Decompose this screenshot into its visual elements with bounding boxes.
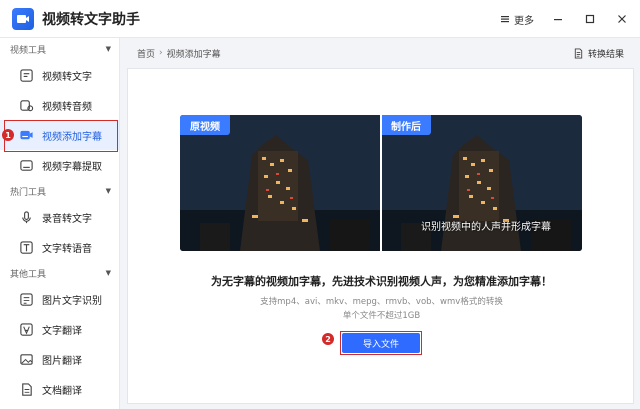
breadcrumb-current: 视频添加字幕 [166, 49, 221, 60]
sidebar-item-audio-to-text[interactable]: 录音转文字 [0, 202, 119, 232]
subtitle-sample: 识别视频中的人声并形成字幕 [421, 222, 551, 233]
sidebar-item-image-translate[interactable]: 图片翻译 [0, 344, 119, 374]
maximize-button[interactable] [582, 11, 598, 27]
sidebar-item-image-ocr[interactable]: 图片文字识别 [0, 284, 119, 314]
preview-divider [380, 115, 382, 251]
after-video-tag: 制作后 [381, 115, 431, 135]
sidebar-item-label: 图片翻译 [42, 355, 82, 367]
sidebar-group-video-tools[interactable]: 视频工具 ▼ [0, 38, 119, 60]
sidebar-item-label: 文档翻译 [42, 385, 82, 397]
file-list-icon [574, 47, 583, 59]
sidebar-item-label: 视频字幕提取 [42, 161, 102, 173]
title-bar: 视频转文字助手 更多 [0, 0, 640, 38]
minimize-button[interactable] [550, 11, 566, 27]
group-label: 热门工具 [10, 187, 47, 198]
app-title: 视频转文字助手 [42, 11, 140, 28]
sidebar-item-label: 视频添加字幕 [42, 131, 102, 143]
sidebar: 视频工具 ▼ 视频转文字 视频转音频 1 视频添加字幕 视频字幕提取 热门工具 … [0, 38, 120, 409]
chevron-down-icon: ▼ [105, 187, 111, 195]
menu-icon [501, 16, 509, 23]
feature-headline: 为无字幕的视频加字幕，先进技术识别视频人声，为您精准添加字幕！ [211, 275, 552, 288]
sidebar-item-video-to-audio[interactable]: 视频转音频 [0, 90, 119, 120]
sidebar-item-label: 文字转语音 [42, 243, 92, 255]
video-text-icon [18, 67, 34, 83]
translate-icon [18, 321, 34, 337]
convert-result-label: 转换结果 [587, 49, 624, 60]
sidebar-group-hot-tools[interactable]: 热门工具 ▼ [0, 180, 119, 202]
video-audio-icon [18, 97, 34, 113]
sidebar-item-label: 视频转音频 [42, 101, 92, 113]
import-file-button[interactable]: 导入文件 [342, 333, 420, 353]
text-speech-icon [18, 239, 34, 255]
more-menu-button[interactable]: 更多 [500, 12, 534, 27]
file-size-limit: 单个文件不超过1GB [342, 311, 421, 321]
minimize-icon [554, 19, 562, 21]
original-video-preview: 原视频 [180, 115, 381, 251]
sidebar-item-video-to-text[interactable]: 视频转文字 [0, 60, 119, 90]
convert-result-button[interactable]: 转换结果 [573, 38, 624, 68]
import-highlight: 导入文件 [340, 331, 422, 355]
sidebar-item-text-to-speech[interactable]: 文字转语音 [0, 232, 119, 262]
microphone-icon [18, 209, 34, 225]
supported-formats: 支持mp4、avi、mkv、mepg、rmvb、vob、wmv格式的转换 [260, 297, 503, 307]
chevron-down-icon: ▼ [105, 45, 111, 53]
sidebar-item-add-subtitles[interactable]: 1 视频添加字幕 [0, 120, 119, 152]
step-badge-2: 2 [322, 333, 334, 345]
main-panel: 原视频 制作后 识别视频中的人声并形成字幕 为无字幕的视频加字幕，先进技术识别视… [127, 68, 634, 404]
sidebar-item-doc-translate[interactable]: 文档翻译 [0, 374, 119, 404]
breadcrumb-separator: › [159, 48, 163, 58]
sidebar-item-label: 录音转文字 [42, 213, 92, 225]
breadcrumb: 首页 › 视频添加字幕 转换结果 [121, 38, 640, 68]
image-text-icon [18, 291, 34, 307]
after-video-preview: 制作后 识别视频中的人声并形成字幕 [381, 115, 582, 251]
sidebar-item-extract-subtitles[interactable]: 视频字幕提取 [0, 150, 119, 180]
breadcrumb-home[interactable]: 首页 [137, 47, 155, 60]
step-badge-1: 1 [2, 129, 14, 141]
image-icon [18, 351, 34, 367]
group-label: 视频工具 [10, 45, 47, 56]
sidebar-item-label: 图片文字识别 [42, 295, 102, 307]
city-night-image [180, 115, 381, 251]
original-video-tag: 原视频 [180, 115, 230, 135]
maximize-icon [585, 14, 595, 24]
sidebar-item-label: 文字翻译 [42, 325, 82, 337]
group-label: 其他工具 [10, 269, 47, 280]
sidebar-item-label: 视频转文字 [42, 71, 92, 83]
close-button[interactable] [614, 11, 630, 27]
chevron-down-icon: ▼ [105, 269, 111, 277]
sidebar-group-other-tools[interactable]: 其他工具 ▼ [0, 262, 119, 284]
sidebar-item-text-translate[interactable]: 文字翻译 [0, 314, 119, 344]
preview-comparison: 原视频 制作后 识别视频中的人声并形成字幕 [180, 115, 582, 251]
document-icon [18, 381, 34, 397]
video-subtitle-icon [18, 127, 34, 143]
more-label: 更多 [514, 15, 534, 27]
close-icon [618, 15, 626, 23]
subtitle-extract-icon [18, 157, 34, 173]
app-logo-icon [12, 7, 34, 30]
